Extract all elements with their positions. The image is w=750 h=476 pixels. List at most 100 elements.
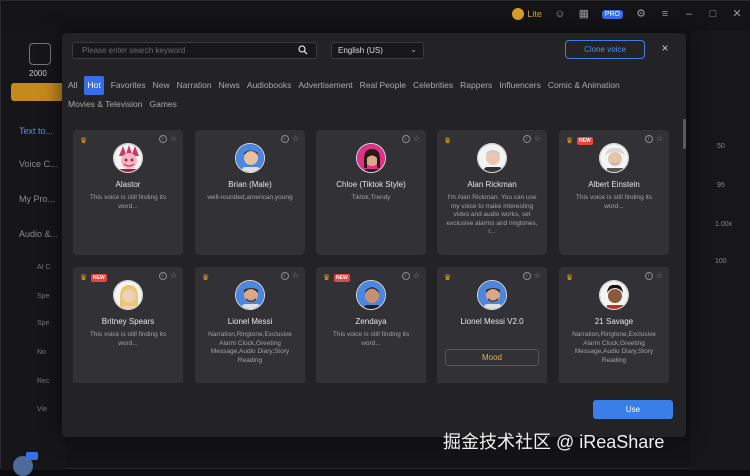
voice-card[interactable]: ♛ i ☆ Lionel Messi V2.0 Mood xyxy=(437,267,547,383)
mood-button[interactable]: Mood xyxy=(445,349,539,366)
tab-all[interactable]: All xyxy=(68,76,77,95)
voice-card[interactable]: ♛ NEW i ☆ Albert Einstein This voice is still… xyxy=(559,130,669,255)
voice-grid: ♛ i ☆ Alastor This voice is still finding it… xyxy=(73,130,681,383)
sidebar-item-text[interactable]: Text to... xyxy=(19,126,53,136)
avatar[interactable] xyxy=(113,143,143,173)
info-icon[interactable]: i xyxy=(644,135,653,143)
info-icon[interactable]: i xyxy=(401,272,410,280)
info-icon[interactable]: i xyxy=(644,272,653,280)
favorite-star-icon[interactable]: ☆ xyxy=(534,272,541,280)
pro-icon[interactable]: PRO xyxy=(601,9,623,19)
favorite-star-icon[interactable]: ☆ xyxy=(292,272,299,280)
tab-narration[interactable]: Narration xyxy=(177,76,212,95)
favorite-star-icon[interactable]: ☆ xyxy=(292,135,299,143)
voice-description: well-rounded,american,young xyxy=(207,194,293,201)
voice-picker-dialog: English (US) ⌄ Clone voice × All Hot Favor… xyxy=(62,33,686,437)
tab-audiobooks[interactable]: Audiobooks xyxy=(247,76,291,95)
favorite-star-icon[interactable]: ☆ xyxy=(413,135,420,143)
sidebar-subitem[interactable]: AI C xyxy=(37,264,51,271)
sidebar-subitem[interactable]: Spe xyxy=(37,293,49,300)
panel-value: 100 xyxy=(715,258,727,265)
avatar[interactable] xyxy=(356,280,386,310)
new-badge: NEW xyxy=(577,137,593,145)
search-input[interactable] xyxy=(73,43,293,58)
menu-icon[interactable]: ≡ xyxy=(659,8,671,20)
use-button[interactable]: Use xyxy=(593,400,673,419)
favorite-star-icon[interactable]: ☆ xyxy=(656,272,663,280)
grid-icon[interactable]: ▦ xyxy=(578,8,590,20)
sidebar-item-voice[interactable]: Voice C... xyxy=(19,159,58,169)
info-icon[interactable]: i xyxy=(522,135,531,143)
sidebar-item-audio[interactable]: Audio &... xyxy=(19,229,58,239)
voice-description: I'm Alan Rickman. You can use my voice t… xyxy=(446,194,538,235)
maximize-icon[interactable]: □ xyxy=(707,8,719,20)
tab-advertisement[interactable]: Advertisement xyxy=(298,76,352,95)
avatar[interactable] xyxy=(235,280,265,310)
minimize-icon[interactable]: – xyxy=(683,8,695,20)
tab-movies-television[interactable]: Movies & Television xyxy=(68,95,143,114)
tab-real-people[interactable]: Real People xyxy=(360,76,406,95)
card-actions: i ☆ xyxy=(401,272,420,280)
close-window-icon[interactable]: ✕ xyxy=(731,8,743,20)
voice-card[interactable]: ♛ i ☆ 21 Savage Narration,Ringtone,Exclusive… xyxy=(559,267,669,383)
tab-new[interactable]: New xyxy=(153,76,170,95)
tab-hot[interactable]: Hot xyxy=(84,76,104,95)
new-badge: NEW xyxy=(334,274,350,282)
close-icon[interactable]: × xyxy=(659,41,671,55)
avatar[interactable] xyxy=(235,143,265,173)
avatar[interactable] xyxy=(599,280,629,310)
favorite-star-icon[interactable]: ☆ xyxy=(413,272,420,280)
voice-card[interactable]: i ☆ Brian (Male) well-rounded,american,youn… xyxy=(195,130,305,255)
info-icon[interactable]: i xyxy=(280,135,289,143)
info-icon[interactable]: i xyxy=(158,272,167,280)
avatar[interactable] xyxy=(599,143,629,173)
voice-card[interactable]: ♛ i ☆ Alastor This voice is still finding it… xyxy=(73,130,183,255)
language-select[interactable]: English (US) ⌄ xyxy=(331,42,424,59)
avatar-image xyxy=(478,281,506,309)
sidebar-subitem[interactable]: Vie xyxy=(37,406,47,413)
voice-card[interactable]: ♛ NEW i ☆ Zendaya This voice is still finding… xyxy=(316,267,426,383)
sidebar-subitem[interactable]: Rec xyxy=(37,378,49,385)
tab-celebrities[interactable]: Celebrities xyxy=(413,76,453,95)
tab-favorites[interactable]: Favorites xyxy=(111,76,146,95)
favorite-star-icon[interactable]: ☆ xyxy=(656,135,663,143)
info-icon[interactable]: i xyxy=(401,135,410,143)
sidebar-subitem[interactable]: No xyxy=(37,349,46,356)
sidebar-count: 2000 xyxy=(29,69,47,78)
sidebar-subitem[interactable]: Spe xyxy=(37,320,49,327)
tab-games[interactable]: Games xyxy=(150,95,177,114)
search-icon[interactable] xyxy=(298,45,308,55)
assistant-robot-icon[interactable] xyxy=(13,452,38,476)
voice-card[interactable]: ♛ i ☆ Lionel Messi Narration,Ringtone,Exclus… xyxy=(195,267,305,383)
avatar[interactable] xyxy=(477,143,507,173)
voice-name: Alastor xyxy=(115,180,141,189)
scrollbar[interactable] xyxy=(683,119,686,149)
sidebar-item-projects[interactable]: My Pro... xyxy=(19,194,55,204)
user-icon[interactable]: ☺ xyxy=(554,8,566,20)
tab-rappers[interactable]: Rappers xyxy=(460,76,492,95)
tab-comic-animation[interactable]: Comic & Animation xyxy=(548,76,620,95)
card-actions: i ☆ xyxy=(522,272,541,280)
info-icon[interactable]: i xyxy=(522,272,531,280)
coin-icon xyxy=(512,8,525,20)
new-badge: NEW xyxy=(91,274,107,282)
avatar-image xyxy=(236,144,264,172)
favorite-star-icon[interactable]: ☆ xyxy=(170,272,177,280)
avatar[interactable] xyxy=(477,280,507,310)
voice-name: Zendaya xyxy=(355,317,387,326)
avatar[interactable] xyxy=(113,280,143,310)
info-icon[interactable]: i xyxy=(280,272,289,280)
tab-news[interactable]: News xyxy=(219,76,240,95)
voice-card[interactable]: ♛ i ☆ Alan Rickman I'm Alan Rickman. You can… xyxy=(437,130,547,255)
gear-icon[interactable]: ⚙ xyxy=(635,8,647,20)
voice-description: This voice is still finding its word... xyxy=(89,331,167,347)
favorite-star-icon[interactable]: ☆ xyxy=(534,135,541,143)
avatar[interactable] xyxy=(356,143,386,173)
clone-voice-button[interactable]: Clone voice xyxy=(565,40,645,59)
voice-card[interactable]: i ☆ Chloe (Tiktok Style) Tiktok,Trendy xyxy=(316,130,426,255)
tab-influencers[interactable]: Influencers xyxy=(499,76,541,95)
favorite-star-icon[interactable]: ☆ xyxy=(170,135,177,143)
voice-card[interactable]: ♛ NEW i ☆ Britney Spears This voice is still … xyxy=(73,267,183,383)
info-icon[interactable]: i xyxy=(158,135,167,143)
coins-label[interactable]: Lite xyxy=(527,9,542,19)
